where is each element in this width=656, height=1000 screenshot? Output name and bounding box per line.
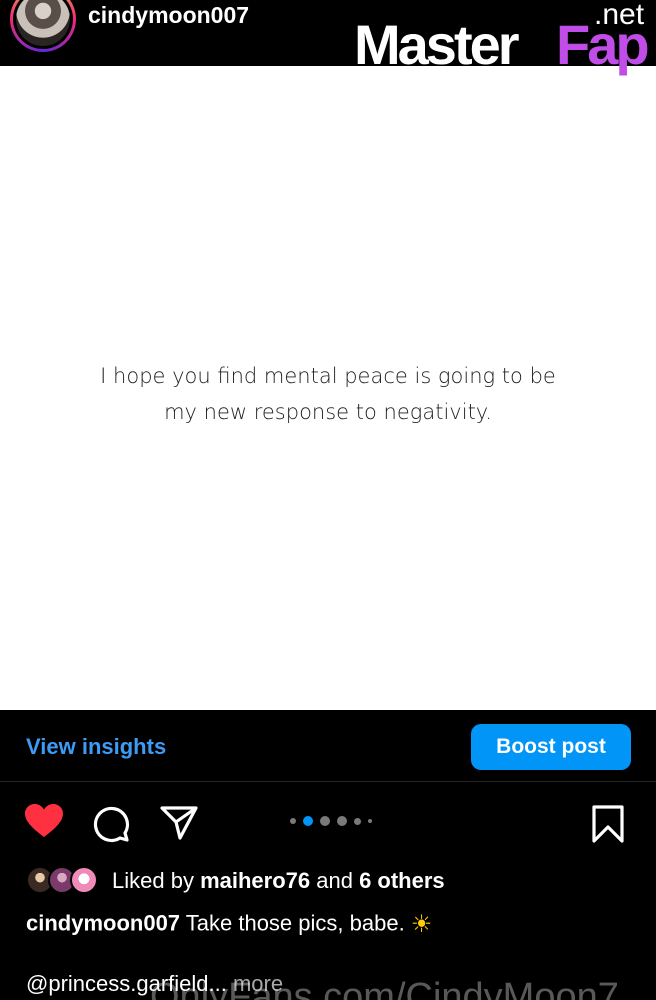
liker-username[interactable]: maihero76 xyxy=(200,868,310,893)
watermark-master: Master xyxy=(354,13,520,76)
likes-row[interactable]: Liked by maihero76 and 6 others xyxy=(26,866,646,896)
bottom-watermark: OnlyFans.com/CindyMoon7 xyxy=(150,976,619,1000)
heart-icon[interactable] xyxy=(24,803,64,844)
insights-bar: View insights Boost post xyxy=(0,710,656,782)
post-quote-text: I hope you find mental peace is going to… xyxy=(40,358,616,430)
liker-avatar xyxy=(70,866,98,894)
watermark-tld: .net xyxy=(594,0,645,31)
post-image[interactable]: I hope you find mental peace is going to… xyxy=(0,66,656,710)
share-icon[interactable] xyxy=(160,805,198,846)
view-insights-link[interactable]: View insights xyxy=(26,734,166,760)
carousel-dot xyxy=(354,817,361,825)
watermark-logo: Master Fap .net xyxy=(354,0,654,76)
caption-username[interactable]: cindymoon007 xyxy=(26,910,180,935)
carousel-indicator xyxy=(290,816,372,826)
avatar[interactable] xyxy=(10,0,76,52)
caption-text: Take those pics, babe. xyxy=(180,910,405,936)
sun-icon: ☀ xyxy=(410,911,433,938)
bookmark-icon[interactable] xyxy=(592,805,624,848)
carousel-dot xyxy=(320,816,330,826)
quote-line-2: my new response to negativity. xyxy=(164,400,492,424)
username[interactable]: cindymoon007 xyxy=(88,2,249,29)
action-bar xyxy=(0,783,656,863)
carousel-dot xyxy=(368,819,372,823)
likes-others[interactable]: 6 others xyxy=(359,868,445,893)
carousel-dot-active xyxy=(303,816,313,826)
boost-post-button[interactable]: Boost post xyxy=(471,724,631,770)
carousel-dot xyxy=(337,816,347,826)
caption: cindymoon007 Take those pics, babe. ☀ xyxy=(26,910,432,939)
quote-line-1: I hope you find mental peace is going to… xyxy=(100,364,556,388)
carousel-dot xyxy=(290,818,296,824)
likes-middle: and xyxy=(310,868,360,893)
likes-prefix: Liked by xyxy=(112,868,201,893)
likes-text: Liked by maihero76 and 6 others xyxy=(112,868,445,894)
comment-icon[interactable] xyxy=(92,805,130,848)
